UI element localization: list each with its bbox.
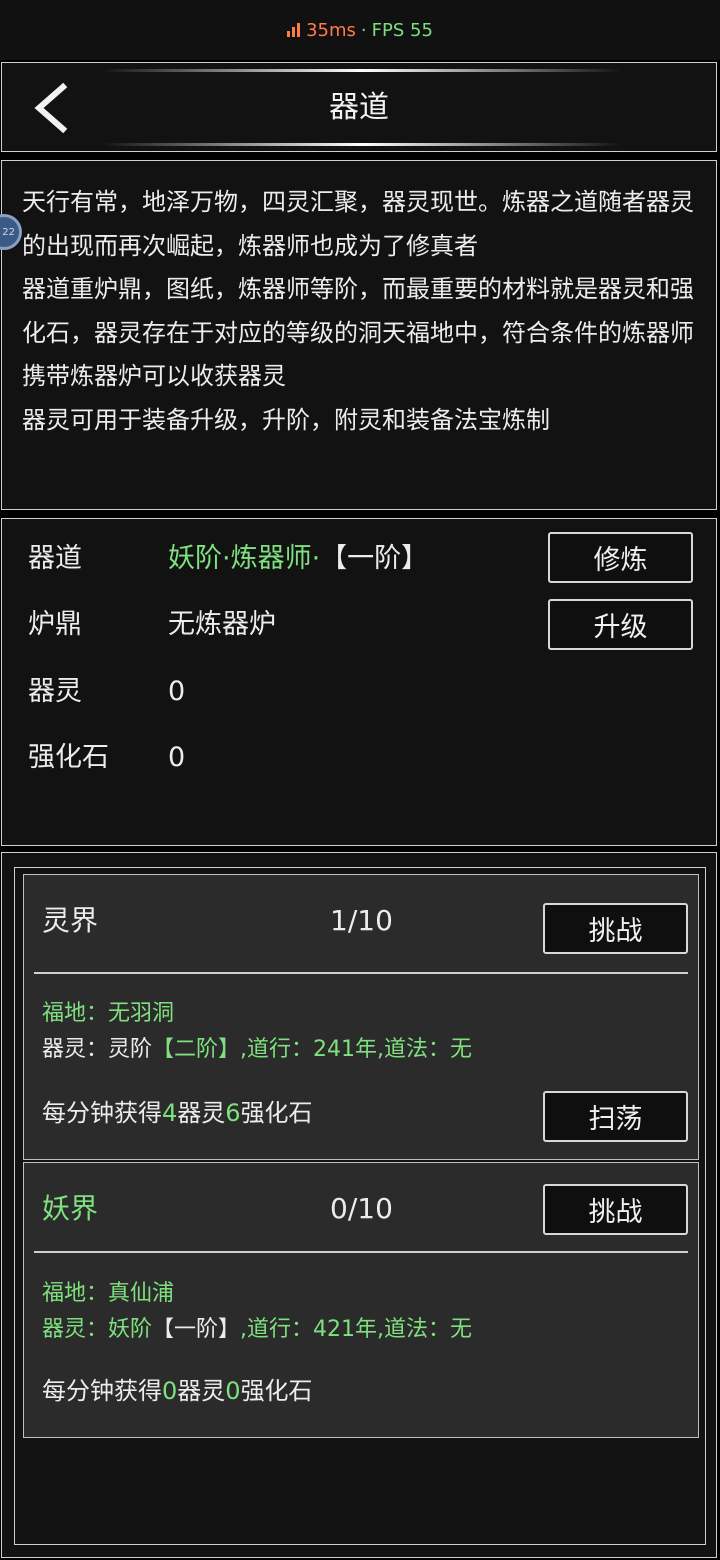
status-separator: ·: [360, 19, 367, 41]
gain-prefix: 每分钟获得: [42, 1099, 162, 1127]
stat-label: 器道: [28, 543, 82, 574]
gain-mid: 器灵: [177, 1099, 226, 1127]
realm-name: 灵界: [42, 904, 99, 937]
stat-row-qianghuashi: 强化石 0: [28, 738, 185, 778]
stat-label: 强化石: [28, 742, 109, 773]
page-title: 器道: [329, 90, 389, 125]
float-badge-text: 22: [2, 226, 15, 238]
qiling-rank: 【一阶】: [152, 1317, 241, 1342]
gain-text: 每分钟获得4器灵6强化石: [42, 1093, 313, 1133]
description-line-2: 器道重炉鼎，图纸，炼器师等阶，而最重要的材料就是器灵和强化石，器灵存在于对应的等…: [22, 275, 694, 390]
chevron-left-icon: [34, 83, 68, 133]
stat-label: 器灵: [28, 676, 82, 707]
stat-row-qidao: 器道 妖阶·炼器师· 【一阶】: [28, 539, 428, 579]
gain-qiling: 4: [162, 1099, 178, 1127]
gain-suffix: 强化石: [240, 1377, 313, 1405]
qiling-info: 器灵：妖阶【一阶】,道行：421年,道法：无: [42, 1313, 472, 1347]
qiling-prefix: 器灵：妖阶: [42, 1317, 153, 1342]
header-bottom-line: [102, 143, 622, 146]
card-divider: [34, 1251, 688, 1253]
stats-panel: 器道 妖阶·炼器师· 【一阶】 炉鼎 无炼器炉 器灵 0 强化石 0 修炼 升级: [1, 518, 717, 846]
qiling-suffix: ,道行：421年,道法：无: [240, 1317, 473, 1342]
status-bar: 35ms · FPS 55: [0, 0, 720, 60]
gain-stone: 0: [225, 1377, 241, 1405]
stat-value: 0: [168, 676, 186, 707]
realm-count: 0/10: [330, 1192, 393, 1225]
realm-list-panel: 灵界 1/10 挑战 福地：无羽洞 器灵：灵阶【二阶】,道行：241年,道法：无…: [1, 852, 717, 1558]
stat-row-luding: 炉鼎 无炼器炉: [28, 605, 276, 645]
back-button[interactable]: [26, 83, 76, 133]
card-divider: [34, 972, 688, 974]
gain-prefix: 每分钟获得: [42, 1377, 162, 1405]
fudi-text: 福地：无羽洞: [42, 1001, 175, 1026]
sweep-button[interactable]: 扫荡: [543, 1091, 688, 1142]
qiling-suffix: ,道行：241年,道法：无: [240, 1037, 473, 1062]
realm-card-yaojie: 妖界 0/10 挑战 福地：真仙浦 器灵：妖阶【一阶】,道行：421年,道法：无…: [23, 1162, 699, 1438]
header-bar: 器道: [1, 62, 717, 152]
stat-rank: 【一阶】: [320, 543, 429, 574]
qiling-info: 器灵：灵阶【二阶】,道行：241年,道法：无: [42, 1033, 472, 1067]
stat-row-qiling: 器灵 0: [28, 672, 185, 712]
ping-text: 35ms: [306, 19, 356, 41]
challenge-button[interactable]: 挑战: [543, 1184, 688, 1235]
gain-suffix: 强化石: [240, 1099, 313, 1127]
gain-mid: 器灵: [177, 1377, 226, 1405]
signal-icon: [287, 23, 301, 37]
realm-count: 1/10: [330, 904, 393, 937]
gain-stone: 6: [225, 1099, 241, 1127]
description-line-1: 天行有常，地泽万物，四灵汇聚，器灵现世。炼器之道随者器灵的出现而再次崛起，炼器师…: [22, 188, 694, 260]
fps-text: FPS 55: [371, 19, 433, 41]
stat-value: 妖阶·炼器师·: [168, 543, 321, 574]
description-line-3: 器灵可用于装备升级，升阶，附灵和装备法宝炼制: [22, 405, 550, 434]
stat-value: 无炼器炉: [168, 609, 276, 640]
qiling-prefix: 器灵：灵阶: [42, 1037, 153, 1062]
upgrade-button[interactable]: 升级: [548, 599, 693, 650]
stat-value: 0: [168, 742, 186, 773]
gain-qiling: 0: [162, 1377, 178, 1405]
stat-label: 炉鼎: [28, 609, 82, 640]
qiling-rank: 【二阶】: [152, 1037, 241, 1062]
header-top-line: [102, 69, 622, 72]
realm-card-lingjie: 灵界 1/10 挑战 福地：无羽洞 器灵：灵阶【二阶】,道行：241年,道法：无…: [23, 874, 699, 1160]
fudi-text: 福地：真仙浦: [42, 1281, 175, 1306]
train-button[interactable]: 修炼: [548, 532, 693, 583]
challenge-button[interactable]: 挑战: [543, 903, 688, 954]
gain-text: 每分钟获得0器灵0强化石: [42, 1371, 313, 1411]
realm-name: 妖界: [42, 1192, 99, 1225]
description-panel: 天行有常，地泽万物，四灵汇聚，器灵现世。炼器之道随者器灵的出现而再次崛起，炼器师…: [1, 160, 717, 510]
realm-list: 灵界 1/10 挑战 福地：无羽洞 器灵：灵阶【二阶】,道行：241年,道法：无…: [14, 867, 706, 1545]
